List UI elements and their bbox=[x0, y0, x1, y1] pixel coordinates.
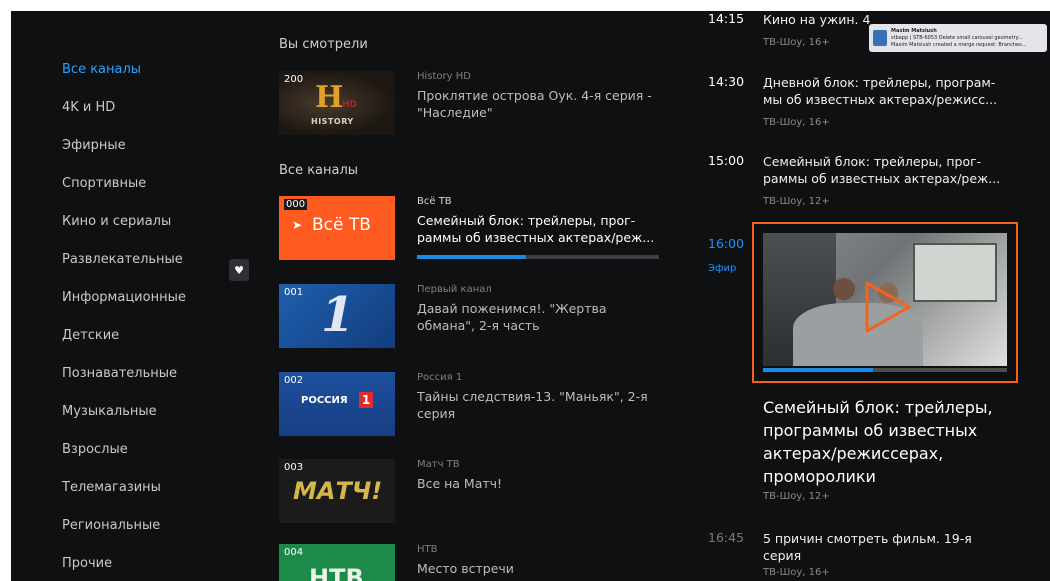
schedule-title[interactable]: Дневной блок: трейлеры, програм- мы об и… bbox=[763, 74, 1013, 108]
channel-logo-vse-tv[interactable]: 000 ➤ Всё ТВ bbox=[279, 196, 395, 260]
channel-logo-match[interactable]: 003 МАТЧ! bbox=[279, 459, 395, 523]
schedule-time: 14:30 bbox=[708, 74, 745, 89]
category-regional[interactable]: Региональные bbox=[62, 518, 160, 533]
match-wordmark: МАТЧ! bbox=[293, 477, 383, 505]
program-title: Место встречи bbox=[417, 561, 514, 576]
rossiya-badge: 1 bbox=[359, 392, 373, 408]
live-label: Эфир bbox=[708, 263, 737, 274]
category-adult[interactable]: Взрослые bbox=[62, 442, 128, 457]
category-movies-series[interactable]: Кино и сериалы bbox=[62, 214, 171, 229]
all-channels-section-title: Все каналы bbox=[279, 163, 359, 178]
category-entertainment[interactable]: Развлекательные bbox=[62, 252, 183, 267]
channel-logo-perviy[interactable]: 001 1 bbox=[279, 284, 395, 348]
schedule-meta: ТВ-Шоу, 12+ bbox=[763, 196, 830, 207]
channel-name: History HD bbox=[417, 71, 471, 82]
notification-app-icon bbox=[873, 30, 887, 46]
live-program-title: Семейный блок: трейлеры, программы об из… bbox=[763, 398, 993, 486]
heart-icon: ♥ bbox=[234, 263, 244, 277]
schedule-meta: ТВ-Шоу, 16+ bbox=[763, 37, 830, 48]
program-progress-bar bbox=[417, 255, 659, 259]
category-kids[interactable]: Детские bbox=[62, 328, 119, 343]
category-other[interactable]: Прочие bbox=[62, 556, 112, 571]
play-icon[interactable] bbox=[863, 280, 913, 334]
schedule-time: 14:15 bbox=[708, 11, 745, 26]
play-arrow-icon: ➤ bbox=[292, 218, 303, 232]
tv-guide-screen: Все каналы 4K и HD Эфирные Спортивные Ки… bbox=[11, 11, 1050, 581]
channel-number: 002 bbox=[284, 375, 304, 386]
category-educational[interactable]: Познавательные bbox=[62, 366, 177, 381]
program-title: Все на Матч! bbox=[417, 476, 503, 491]
channel-name: Россия 1 bbox=[417, 372, 463, 383]
schedule-time: 15:00 bbox=[708, 153, 745, 168]
schedule-meta: ТВ-Шоу, 12+ bbox=[763, 491, 830, 502]
vse-tv-wordmark: Всё ТВ bbox=[312, 215, 371, 235]
channel-logo-rossiya[interactable]: 002 РОССИЯ 1 bbox=[279, 372, 395, 436]
channel-name: НТВ bbox=[417, 544, 438, 555]
channel-name: Матч ТВ bbox=[417, 459, 460, 470]
notification-author: Maxim Matsiush bbox=[891, 28, 937, 34]
program-title: Проклятие острова Оук. 4-я серия - "Насл… bbox=[417, 88, 652, 120]
schedule-meta: ТВ-Шоу, 16+ bbox=[763, 567, 830, 578]
channel-logo-ntv[interactable]: 004 НТВ bbox=[279, 544, 395, 581]
channel-number: 001 bbox=[284, 287, 304, 298]
ntv-wordmark: НТВ bbox=[309, 564, 364, 581]
schedule-meta: ТВ-Шоу, 16+ bbox=[763, 117, 830, 128]
notification-text: stbapp | STB-6053 Delete small carousel … bbox=[891, 35, 1023, 41]
channel-number: 200 bbox=[284, 74, 304, 85]
live-progress-bar bbox=[763, 368, 1007, 372]
category-news[interactable]: Информационные bbox=[62, 290, 186, 305]
notification-text: Maxim Matsiush created a merge request: … bbox=[891, 42, 1027, 48]
channel-number: 000 bbox=[284, 199, 308, 210]
category-4k-hd[interactable]: 4K и HD bbox=[62, 100, 115, 115]
program-title: Тайны следствия-13. "Маньяк", 2-я серия bbox=[417, 389, 648, 421]
notification-popup[interactable]: Maxim Matsiush stbapp | STB-6053 Delete … bbox=[869, 24, 1047, 52]
category-all[interactable]: Все каналы bbox=[62, 62, 141, 77]
channel-number: 003 bbox=[284, 462, 304, 473]
live-preview[interactable] bbox=[752, 222, 1018, 383]
program-title: Семейный блок: трейлеры, прог- раммы об … bbox=[417, 213, 655, 245]
schedule-title[interactable]: 5 причин смотреть фильм. 19-я серия bbox=[763, 530, 1013, 564]
schedule-title[interactable]: Семейный блок: трейлеры, прог- раммы об … bbox=[763, 153, 1013, 187]
channel-number: 004 bbox=[284, 547, 304, 558]
channel-name: Первый канал bbox=[417, 284, 492, 295]
perviy-logo: 1 bbox=[321, 287, 355, 343]
channel-logo-history[interactable]: 200 H HD HISTORY bbox=[279, 71, 395, 135]
program-title: Давай поженимся!. "Жертва обмана", 2-я ч… bbox=[417, 301, 607, 333]
history-logo: H HD bbox=[315, 80, 358, 115]
category-broadcast[interactable]: Эфирные bbox=[62, 138, 126, 153]
category-music[interactable]: Музыкальные bbox=[62, 404, 157, 419]
history-wordmark: HISTORY bbox=[311, 117, 354, 126]
favorites-button[interactable]: ♥ bbox=[229, 259, 249, 281]
schedule-time-live: 16:00 bbox=[708, 236, 745, 251]
category-sports[interactable]: Спортивные bbox=[62, 176, 146, 191]
category-teleshopping[interactable]: Телемагазины bbox=[62, 480, 161, 495]
schedule-time: 16:45 bbox=[708, 530, 745, 545]
recent-section-title: Вы смотрели bbox=[279, 37, 368, 52]
rossiya-wordmark: РОССИЯ bbox=[301, 395, 348, 406]
channel-name: Всё ТВ bbox=[417, 196, 452, 207]
